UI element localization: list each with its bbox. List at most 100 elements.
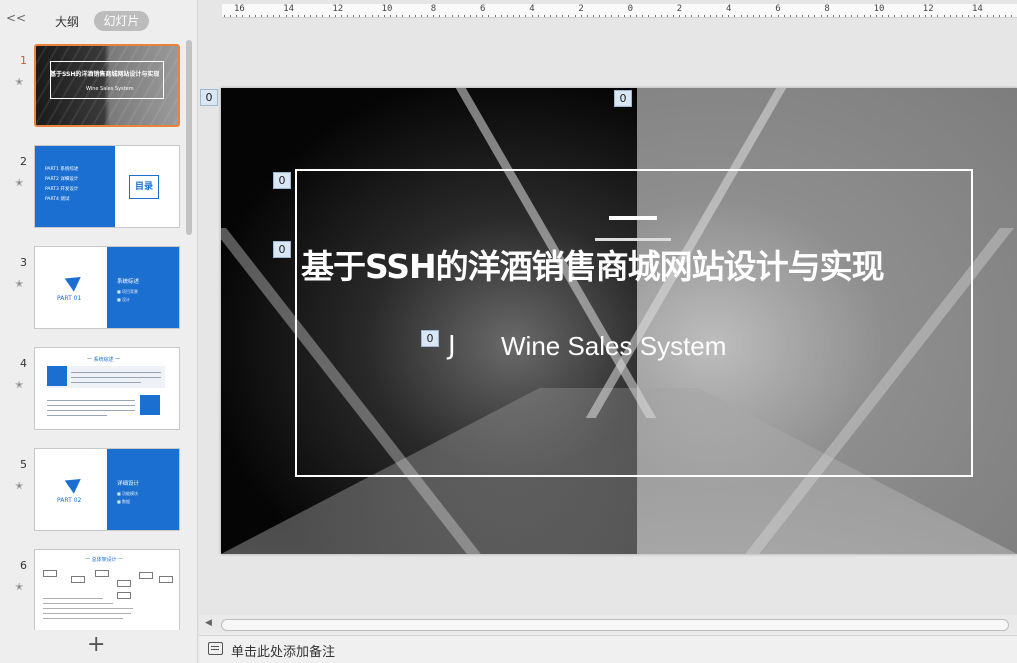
slide-thumbnail-row-2[interactable]: 2 ✭ PART1 系统综述 PART2 详细设计 PART3 开发设计 PAR… <box>0 141 190 229</box>
slide-thumbnail-row-1[interactable]: 1 ✭ 基于SSH的洋酒销售商城网站设计与实现 Wine Sales Syste… <box>0 40 190 128</box>
ruler-tick <box>408 15 410 17</box>
animation-tag[interactable]: 0 <box>273 172 291 189</box>
diagram-box <box>95 570 109 577</box>
ruler-tick <box>482 15 484 17</box>
part-title: 详细设计 <box>117 481 140 487</box>
ruler-tick <box>574 15 576 17</box>
horizontal-ruler[interactable]: 16 14 12 10 8 6 4 2 0 2 4 6 8 10 12 14 <box>222 4 1017 18</box>
toc-item: PART1 系统综述 <box>45 167 79 172</box>
ruler-tick <box>703 15 705 17</box>
tab-outline[interactable]: 大纲 <box>55 13 79 30</box>
slide-thumbnail-5[interactable]: PART 02 详细设计 ■ 功能模块 ■ 数据 <box>34 448 180 531</box>
ruler-tick <box>691 15 693 17</box>
add-slide-button[interactable]: + <box>87 632 105 657</box>
horizontal-scrollbar[interactable]: ◀ <box>199 615 1017 635</box>
slide-thumbnail-row-5[interactable]: 5 ✭ PART 02 详细设计 ■ 功能模块 ■ 数据 <box>0 444 190 532</box>
slide-title[interactable]: 基于SSH的洋酒销售商城网站设计与实现 <box>301 245 971 289</box>
thumbnail-scrollbar[interactable] <box>186 40 192 235</box>
thumb-header: 一 总体架设计 一 <box>85 557 124 563</box>
ruler-tick <box>869 15 871 17</box>
ruler-tick <box>685 15 687 17</box>
notes-placeholder[interactable]: 单击此处添加备注 <box>231 641 335 660</box>
ruler-tick <box>285 15 287 17</box>
ruler-tick <box>414 15 416 17</box>
ruler-tick <box>439 15 441 17</box>
ruler-tick <box>500 15 502 17</box>
animation-tag[interactable]: 0 <box>273 241 291 258</box>
ruler-tick <box>396 15 398 17</box>
toc-box: 目录 <box>129 175 159 199</box>
diagram-box <box>117 592 131 599</box>
ruler-tick <box>599 15 601 17</box>
ruler-tick <box>371 15 373 17</box>
ruler-tick <box>789 15 791 17</box>
globe-icon <box>140 395 160 415</box>
ruler-tick <box>949 15 951 17</box>
ruler-tick <box>795 15 797 17</box>
ruler-tick <box>537 15 539 17</box>
ruler-label: 12 <box>332 4 344 14</box>
slide-number: 2 <box>20 155 27 168</box>
ruler-tick <box>328 15 330 17</box>
ruler-tick <box>918 15 920 17</box>
ruler-tick <box>513 15 515 17</box>
collapse-panel-button[interactable]: << <box>6 11 26 25</box>
slide-thumbnail-2[interactable]: PART1 系统综述 PART2 详细设计 PART3 开发设计 PART4 测… <box>34 145 180 228</box>
text-line <box>47 410 135 411</box>
ruler-tick <box>802 15 804 17</box>
ruler-tick <box>955 15 957 17</box>
ruler-tick <box>826 15 828 17</box>
slide-thumbnail-row-4[interactable]: 4 ✭ 一 系统综述 一 <box>0 343 190 431</box>
slide-thumbnail-1[interactable]: 基于SSH的洋酒销售商城网站设计与实现 Wine Sales System <box>34 44 180 127</box>
ruler-tick <box>543 15 545 17</box>
current-slide[interactable]: 基于SSH的洋酒销售商城网站设计与实现 J Wine Sales System <box>221 88 1017 554</box>
part-label: PART 02 <box>57 497 82 504</box>
ruler-tick <box>937 15 939 17</box>
ruler-tick <box>353 15 355 17</box>
text-line <box>43 613 131 614</box>
animation-tag[interactable]: 0 <box>200 89 218 106</box>
slide-thumbnail-4[interactable]: 一 系统综述 一 <box>34 347 180 430</box>
text-line <box>47 400 135 401</box>
ruler-label: 14 <box>283 4 295 14</box>
animation-tag[interactable]: 0 <box>421 330 439 347</box>
diagram-box <box>117 580 131 587</box>
ruler-tick <box>672 15 674 17</box>
blue-panel <box>107 449 179 530</box>
ruler-tick <box>863 15 865 17</box>
scroll-left-arrow-icon[interactable]: ◀ <box>205 618 212 628</box>
paper-plane-icon <box>64 270 86 292</box>
ruler-tick <box>605 15 607 17</box>
ruler-tick <box>586 15 588 17</box>
blue-panel <box>107 247 179 328</box>
toc-item: PART2 详细设计 <box>45 177 79 182</box>
ruler-tick <box>463 15 465 17</box>
ruler-tick <box>556 15 558 17</box>
slide-thumbnail-6[interactable]: 一 总体架设计 一 <box>34 549 180 630</box>
slide-thumbnail-row-3[interactable]: 3 ✭ PART 01 系统综述 ■ 项目背景 ■ 设计 <box>0 242 190 330</box>
ruler-tick <box>888 15 890 17</box>
tab-slides[interactable]: 幻灯片 <box>94 11 149 31</box>
ruler-tick <box>740 15 742 17</box>
ruler-tick <box>316 15 318 17</box>
ruler-label: 4 <box>726 4 732 14</box>
title-placeholder-frame[interactable] <box>295 169 973 477</box>
animation-star-icon: ✭ <box>15 178 24 189</box>
slide-subtitle[interactable]: Wine Sales System <box>501 331 726 362</box>
animation-tag[interactable]: 0 <box>614 90 632 107</box>
ruler-tick <box>1005 15 1007 17</box>
ruler-tick <box>476 15 478 17</box>
notes-bar[interactable]: 单击此处添加备注 <box>199 635 1017 663</box>
slide-thumbnail-3[interactable]: PART 01 系统综述 ■ 项目背景 ■ 设计 <box>34 246 180 329</box>
ruler-tick <box>390 15 392 17</box>
ruler-tick <box>445 15 447 17</box>
ruler-label: 16 <box>234 4 245 14</box>
ruler-tick <box>568 15 570 17</box>
ruler-tick <box>629 15 631 17</box>
thumb-title: 基于SSH的洋酒销售商城网站设计与实现 <box>50 71 160 78</box>
scrollbar-thumb[interactable] <box>221 619 1009 631</box>
ruler-tick <box>642 15 644 17</box>
subtitle-prefix[interactable]: J <box>448 331 456 361</box>
slide-thumbnail-row-6[interactable]: 6 ✭ 一 总体架设计 一 <box>0 545 190 630</box>
ruler-tick <box>347 15 348 17</box>
